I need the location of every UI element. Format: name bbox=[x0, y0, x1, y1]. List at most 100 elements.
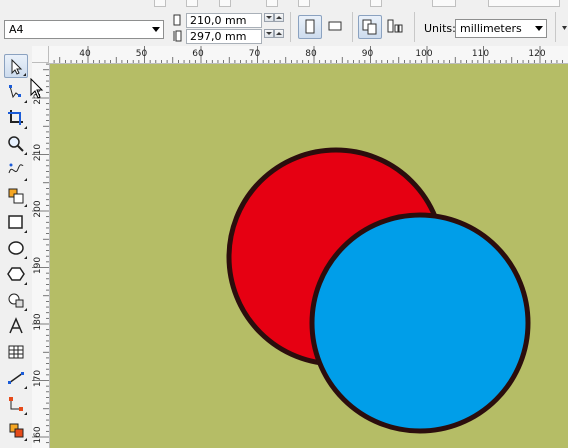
landscape-button[interactable] bbox=[324, 15, 348, 39]
ruler-origin-corner[interactable] bbox=[32, 46, 49, 63]
magnifier-icon bbox=[8, 136, 24, 152]
flyout-indicator bbox=[24, 412, 27, 415]
toolbar-overflow-icon[interactable] bbox=[562, 22, 568, 35]
portrait-button[interactable] bbox=[298, 15, 322, 39]
separator bbox=[414, 12, 415, 42]
separator bbox=[290, 12, 291, 42]
flyout-indicator bbox=[24, 152, 27, 155]
units-label: Units: bbox=[424, 22, 456, 35]
shape-tool[interactable] bbox=[4, 80, 28, 104]
page-height-icon bbox=[172, 30, 182, 45]
flyout-indicator bbox=[24, 100, 27, 103]
crop-icon bbox=[8, 110, 23, 125]
connector-tool[interactable] bbox=[4, 392, 28, 416]
toolbar-button-fragment[interactable] bbox=[432, 0, 456, 7]
fill-bucket-icon bbox=[9, 423, 24, 438]
vertical-ruler[interactable]: 220210200190180170160 bbox=[32, 63, 50, 448]
dimension-tool[interactable] bbox=[4, 366, 28, 390]
current-page-icon bbox=[387, 19, 403, 33]
ruler-label: 160 bbox=[33, 426, 43, 443]
ruler-label: 110 bbox=[472, 49, 489, 59]
text-tool[interactable] bbox=[4, 314, 28, 338]
height-increment-button[interactable] bbox=[274, 29, 284, 38]
toolbar-button-fragment[interactable] bbox=[370, 0, 382, 7]
chevron-down-icon[interactable] bbox=[535, 26, 543, 31]
width-increment-button[interactable] bbox=[274, 13, 284, 22]
page-size-select[interactable]: A4 bbox=[4, 20, 164, 39]
zoom-level-fragment[interactable] bbox=[488, 0, 560, 7]
flyout-indicator bbox=[24, 178, 27, 181]
toolbar-button-fragment[interactable] bbox=[219, 0, 231, 7]
ruler-label: 40 bbox=[79, 49, 91, 59]
basic-shapes-tool[interactable] bbox=[4, 288, 28, 312]
ruler-label: 70 bbox=[249, 49, 261, 59]
parallel-dimension-icon bbox=[8, 372, 24, 384]
flyout-indicator bbox=[23, 73, 26, 76]
flyout-indicator bbox=[24, 308, 27, 311]
canvas-drawing bbox=[226, 147, 531, 434]
ruler-label: 170 bbox=[33, 370, 43, 387]
horizontal-ruler[interactable]: 40 50 60 70 80 90 100 110 120 bbox=[32, 46, 568, 64]
rectangle-icon bbox=[8, 215, 23, 229]
property-bar: A4 210,0 mm 297,0 mm Units: millimeters bbox=[0, 8, 568, 47]
units-select[interactable]: millimeters bbox=[455, 19, 547, 38]
flyout-indicator bbox=[24, 204, 27, 207]
page-size-value: A4 bbox=[9, 23, 24, 36]
blue-circle[interactable] bbox=[309, 212, 531, 434]
toolbar-button-fragment[interactable] bbox=[154, 0, 166, 7]
shape-node-icon bbox=[9, 85, 21, 99]
text-a-icon bbox=[9, 317, 23, 334]
standard-toolbar bbox=[0, 0, 568, 8]
portrait-page-icon bbox=[305, 19, 315, 34]
table-tool[interactable] bbox=[4, 340, 28, 364]
page-width-icon bbox=[172, 14, 182, 29]
pick-tool[interactable] bbox=[4, 54, 28, 78]
interactive-fill-tool[interactable] bbox=[4, 418, 28, 442]
smart-fill-tool[interactable] bbox=[4, 184, 28, 208]
toolbar-button-fragment[interactable] bbox=[298, 0, 310, 7]
ruler-label: 60 bbox=[192, 49, 204, 59]
ruler-label: 190 bbox=[33, 257, 43, 274]
crop-tool[interactable] bbox=[4, 106, 28, 130]
vertical-ruler-ticks: 220210200190180170160 bbox=[32, 63, 49, 444]
connector-icon bbox=[9, 397, 23, 411]
ruler-label: 50 bbox=[136, 49, 148, 59]
page-width-field[interactable]: 210,0 mm bbox=[186, 13, 262, 28]
freehand-curve-icon bbox=[8, 163, 24, 174]
ruler-label: 100 bbox=[415, 49, 432, 59]
current-page-button[interactable] bbox=[384, 15, 408, 39]
drawing-canvas[interactable] bbox=[50, 64, 568, 448]
freehand-tool[interactable] bbox=[4, 158, 28, 182]
flyout-indicator bbox=[24, 438, 27, 441]
polygon-tool[interactable] bbox=[4, 262, 28, 286]
zoom-tool[interactable] bbox=[4, 132, 28, 156]
flyout-indicator bbox=[24, 230, 27, 233]
page-height-field[interactable]: 297,0 mm bbox=[186, 29, 262, 44]
width-decrement-button[interactable] bbox=[264, 13, 274, 22]
toolbar-button-fragment[interactable] bbox=[186, 0, 198, 7]
ruler-label: 90 bbox=[362, 49, 374, 59]
all-pages-icon bbox=[362, 19, 377, 35]
toolbox bbox=[0, 46, 33, 448]
separator bbox=[555, 12, 556, 42]
ruler-label: 120 bbox=[528, 49, 545, 59]
ellipse-icon bbox=[8, 241, 24, 255]
chevron-down-icon[interactable] bbox=[152, 27, 160, 32]
flyout-indicator bbox=[24, 282, 27, 285]
basic-shapes-icon bbox=[8, 293, 24, 308]
toolbar-button-fragment[interactable] bbox=[266, 0, 278, 7]
rectangle-tool[interactable] bbox=[4, 210, 28, 234]
height-decrement-button[interactable] bbox=[264, 29, 274, 38]
ruler-label: 200 bbox=[33, 200, 43, 217]
flyout-indicator bbox=[24, 386, 27, 389]
ellipse-tool[interactable] bbox=[4, 236, 28, 260]
mouse-cursor-icon bbox=[30, 78, 44, 99]
ruler-label: 80 bbox=[305, 49, 317, 59]
all-pages-button[interactable] bbox=[358, 15, 382, 39]
ruler-label: 180 bbox=[33, 313, 43, 330]
table-grid-icon bbox=[8, 345, 24, 359]
landscape-page-icon bbox=[328, 21, 342, 31]
ruler-label: 210 bbox=[33, 144, 43, 161]
smart-fill-icon bbox=[8, 188, 24, 204]
units-value: millimeters bbox=[460, 22, 522, 35]
